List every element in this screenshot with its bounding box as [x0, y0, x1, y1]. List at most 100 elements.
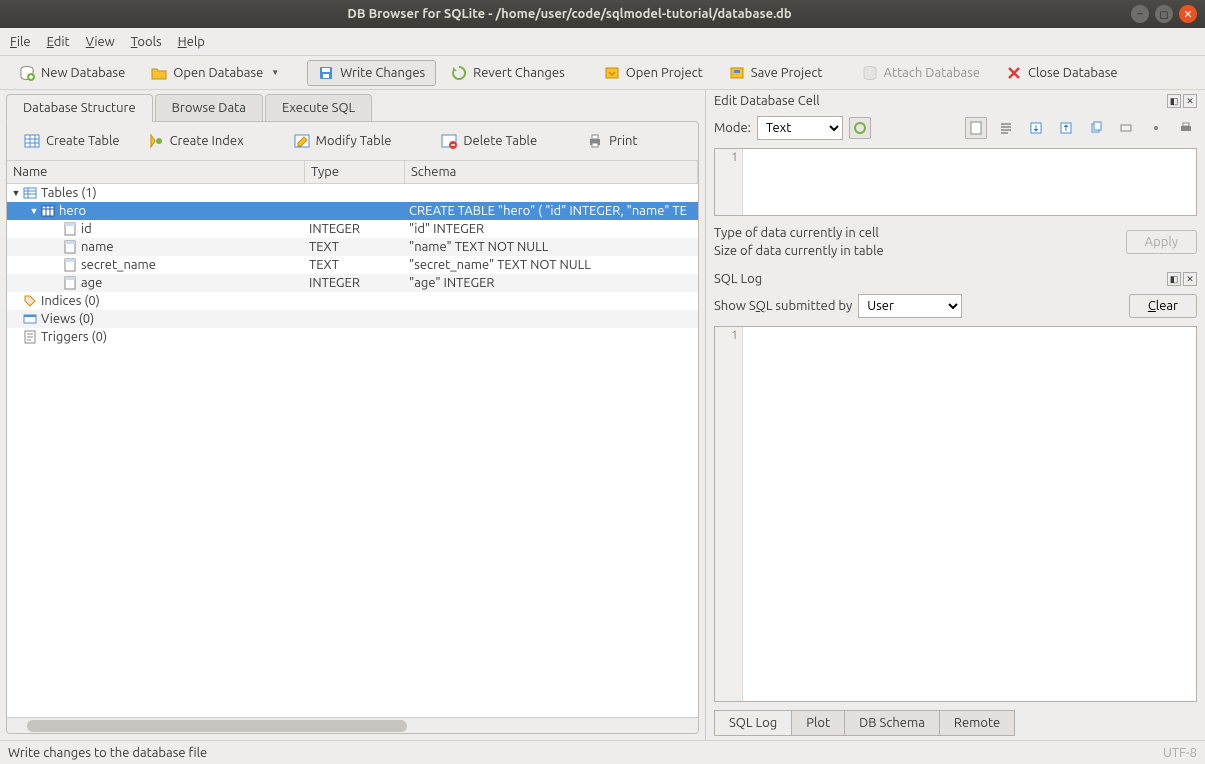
bottom-tab-db-schema[interactable]: DB Schema: [845, 710, 940, 736]
minimize-button[interactable]: –: [1131, 5, 1149, 23]
clear-button[interactable]: Clear: [1129, 294, 1197, 318]
bottom-tab-remote[interactable]: Remote: [940, 710, 1015, 736]
status-encoding: UTF-8: [1163, 746, 1197, 760]
write-changes-button[interactable]: Write Changes: [307, 60, 436, 86]
cell-size-info: Size of data currently in table: [706, 242, 1126, 260]
sql-log-text[interactable]: [743, 327, 1196, 701]
new-db-icon: [19, 65, 35, 81]
save-project-button[interactable]: Save Project: [718, 60, 834, 86]
col-header-type[interactable]: Type: [305, 161, 405, 183]
bottom-tab-plot[interactable]: Plot: [792, 710, 845, 736]
justify-button[interactable]: [995, 117, 1017, 139]
show-sql-label: Show SQL submitted by: [714, 299, 852, 313]
menu-file[interactable]: File: [10, 35, 31, 49]
tag-icon: [23, 294, 37, 308]
cell-editor[interactable]: 1: [714, 148, 1197, 216]
sql-source-select[interactable]: User: [858, 294, 962, 318]
open-project-button[interactable]: Open Project: [593, 60, 714, 86]
column-icon: [63, 222, 77, 236]
new-database-button[interactable]: New Database: [8, 60, 136, 86]
panel-float-icon[interactable]: ◧: [1167, 272, 1181, 286]
column-icon: [63, 276, 77, 290]
tree-row-triggers[interactable]: Triggers (0): [7, 328, 698, 346]
import-icon: [1029, 121, 1043, 135]
tree-header: Name Type Schema: [7, 160, 698, 184]
copy-icon: [1089, 121, 1103, 135]
table-icon: [41, 204, 55, 218]
sql-log-gutter: 1: [715, 327, 743, 701]
column-icon: [63, 240, 77, 254]
revert-changes-button[interactable]: Revert Changes: [440, 60, 576, 86]
copy-button[interactable]: [1085, 117, 1107, 139]
status-bar: Write changes to the database file UTF-8: [0, 740, 1205, 764]
index-icon: [148, 133, 164, 149]
tree-row-indices[interactable]: Indices (0): [7, 292, 698, 310]
create-index-button[interactable]: Create Index: [137, 128, 255, 154]
create-table-button[interactable]: Create Table: [13, 128, 131, 154]
col-header-name[interactable]: Name: [7, 161, 305, 183]
close-database-button[interactable]: Close Database: [995, 60, 1129, 86]
menu-edit[interactable]: Edit: [47, 35, 70, 49]
panel-float-icon[interactable]: ◧: [1167, 94, 1181, 108]
edit-cell-titlebar: Edit Database Cell ◧ ✕: [706, 90, 1205, 112]
sql-log-editor[interactable]: 1: [714, 326, 1197, 702]
panel-close-icon[interactable]: ✕: [1183, 272, 1197, 286]
modify-table-button[interactable]: Modify Table: [283, 128, 403, 154]
tab-browse-data[interactable]: Browse Data: [155, 94, 263, 121]
tree-row-col-secret[interactable]: secret_name TEXT"secret_name" TEXT NOT N…: [7, 256, 698, 274]
sql-log-title: SQL Log: [714, 272, 1165, 286]
window-title: DB Browser for SQLite - /home/user/code/…: [8, 7, 1131, 21]
tree-row-hero[interactable]: ▼ hero CREATE TABLE "hero" ( "id" INTEGE…: [7, 202, 698, 220]
dot-icon: [1149, 121, 1163, 135]
open-database-button[interactable]: Open Database ▼: [140, 60, 290, 86]
maximize-button[interactable]: ◻: [1155, 5, 1173, 23]
clear-cell-button[interactable]: [1145, 117, 1167, 139]
delete-table-button[interactable]: Delete Table: [430, 128, 548, 154]
menu-view[interactable]: View: [86, 35, 115, 49]
tree-row-views[interactable]: Views (0): [7, 310, 698, 328]
print-icon: [1179, 121, 1193, 135]
tree-row-tables[interactable]: ▼ Tables (1): [7, 184, 698, 202]
tab-database-structure[interactable]: Database Structure: [6, 94, 153, 122]
structure-toolbar: Create Table Create Index Modify Table D…: [7, 122, 698, 160]
tree-row-col-id[interactable]: id INTEGER"id" INTEGER: [7, 220, 698, 238]
print-cell-button[interactable]: [1175, 117, 1197, 139]
import-button[interactable]: [1025, 117, 1047, 139]
close-window-button[interactable]: ✕: [1179, 5, 1197, 23]
open-db-icon: [151, 65, 167, 81]
menu-bar: File Edit View Tools Help: [0, 28, 1205, 56]
format-button[interactable]: [849, 117, 871, 139]
export-button[interactable]: [1055, 117, 1077, 139]
text-view-button[interactable]: [965, 117, 987, 139]
tree-body[interactable]: ▼ Tables (1) ▼ hero CREATE TABLE "hero" …: [7, 184, 698, 717]
save-project-icon: [729, 65, 745, 81]
panel-close-icon[interactable]: ✕: [1183, 94, 1197, 108]
status-message: Write changes to the database file: [8, 746, 207, 760]
menu-tools[interactable]: Tools: [131, 35, 162, 49]
title-bar: DB Browser for SQLite - /home/user/code/…: [0, 0, 1205, 28]
attach-database-button: Attach Database: [851, 60, 992, 86]
mode-label: Mode:: [714, 121, 751, 135]
bottom-tab-sql-log[interactable]: SQL Log: [714, 710, 792, 736]
main-toolbar: New Database Open Database ▼ Write Chang…: [0, 56, 1205, 90]
revert-icon: [451, 65, 467, 81]
view-icon: [23, 312, 37, 326]
null-button[interactable]: [1115, 117, 1137, 139]
horizontal-scrollbar[interactable]: [7, 717, 698, 733]
sql-log-titlebar: SQL Log ◧ ✕: [706, 268, 1205, 290]
menu-help[interactable]: Help: [178, 35, 205, 49]
close-db-icon: [1006, 65, 1022, 81]
tab-execute-sql[interactable]: Execute SQL: [265, 94, 372, 121]
print-button[interactable]: Print: [576, 128, 648, 154]
expander-icon[interactable]: ▼: [9, 188, 23, 198]
cell-editor-text[interactable]: [743, 149, 1196, 215]
mode-select[interactable]: Text: [757, 116, 843, 140]
export-icon: [1059, 121, 1073, 135]
tree-row-col-name[interactable]: name TEXT"name" TEXT NOT NULL: [7, 238, 698, 256]
expander-icon[interactable]: ▼: [27, 206, 41, 216]
table-icon: [24, 133, 40, 149]
apply-button: Apply: [1126, 230, 1197, 254]
left-tabs: Database Structure Browse Data Execute S…: [0, 90, 705, 121]
col-header-schema[interactable]: Schema: [405, 161, 698, 183]
tree-row-col-age[interactable]: age INTEGER"age" INTEGER: [7, 274, 698, 292]
